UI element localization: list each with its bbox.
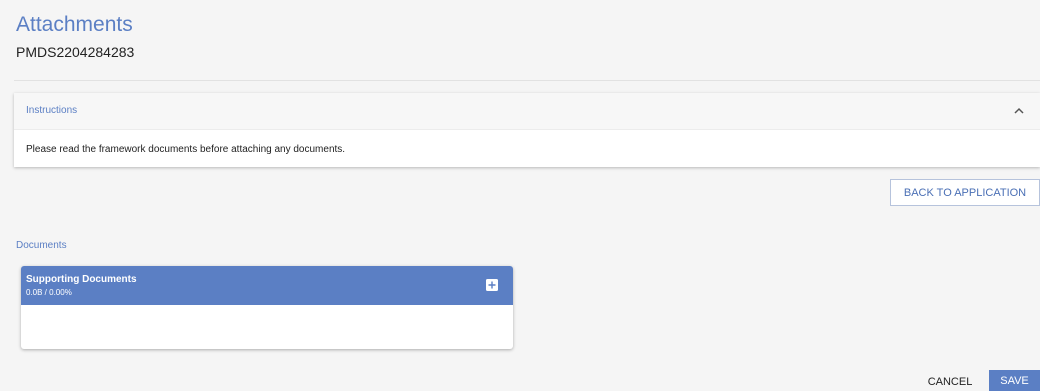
plus-square-icon[interactable]: [486, 279, 498, 291]
cancel-button[interactable]: CANCEL: [918, 372, 982, 391]
page-title: Attachments: [16, 13, 133, 36]
save-button[interactable]: SAVE: [989, 370, 1040, 391]
supporting-documents-size: 0.0B / 0.00%: [26, 288, 72, 297]
documents-section-label: Documents: [16, 240, 67, 251]
header-divider: [14, 80, 1040, 81]
chevron-up-icon[interactable]: [1012, 104, 1026, 118]
instructions-text: Please read the framework documents befo…: [26, 144, 346, 155]
instructions-title: Instructions: [26, 105, 78, 116]
application-reference: PMDS2204284283: [16, 44, 135, 60]
instructions-panel: Instructions Please read the framework d…: [14, 93, 1040, 167]
supporting-documents-title: Supporting Documents: [26, 274, 137, 285]
supporting-documents-card: Supporting Documents 0.0B / 0.00%: [21, 266, 513, 349]
back-to-application-button[interactable]: BACK TO APPLICATION: [890, 179, 1040, 206]
instructions-header[interactable]: Instructions: [14, 93, 1040, 130]
supporting-documents-header: Supporting Documents 0.0B / 0.00%: [21, 266, 513, 305]
